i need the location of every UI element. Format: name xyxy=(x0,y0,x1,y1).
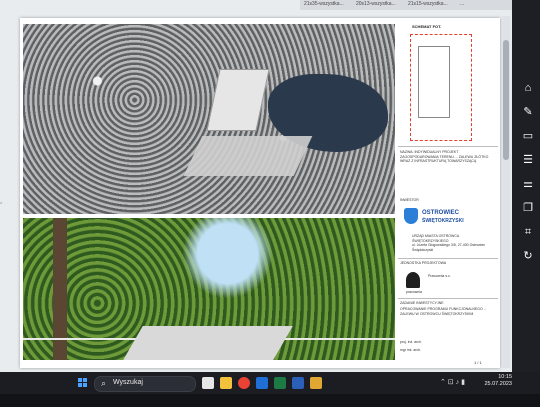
forest-deck-render-image xyxy=(23,218,395,360)
office-name: URZĄD MIASTA OSTROWCA ŚWIĘTOKRZYSKIEGO xyxy=(412,234,459,243)
browser-tab[interactable]: ... xyxy=(460,1,500,9)
monitor-bezel xyxy=(0,394,540,407)
deck-shape xyxy=(123,326,293,360)
chrome-app-icon[interactable] xyxy=(238,377,250,389)
excel-app-icon[interactable] xyxy=(274,377,286,389)
browser-tab[interactable]: 21s15-wszystka... xyxy=(408,1,456,9)
search-placeholder: Wyszukaj xyxy=(113,379,143,386)
windows-start-icon[interactable] xyxy=(78,378,88,388)
outlook-app-icon[interactable] xyxy=(256,377,268,389)
system-tray-icons[interactable]: ⌃ ⊡ ♪ ▮ xyxy=(440,378,465,386)
pdf-app-icon[interactable] xyxy=(310,377,322,389)
browser-tab[interactable]: 20s13-wszystka... xyxy=(356,1,404,9)
crop-icon[interactable]: ⌗ xyxy=(520,224,536,240)
files-app-icon[interactable] xyxy=(202,377,214,389)
city-subtitle: ŚWIĘTOKRZYSKI xyxy=(422,218,464,224)
designer-name: pracownia xyxy=(406,290,422,294)
site-scheme-plot xyxy=(418,46,450,118)
aerial-render-image xyxy=(23,24,395,214)
plaza-shape xyxy=(183,136,313,176)
building-shape xyxy=(206,69,270,131)
clock-time: 10:15 xyxy=(498,374,512,380)
pen-icon[interactable]: ✎ xyxy=(520,104,536,120)
stage-label: ZADANIE INWESTYCYJNE xyxy=(400,301,444,305)
page-number: 1 / 1 xyxy=(474,360,482,365)
plant-logo xyxy=(406,272,420,288)
scheme-title: SCHEMAT FOT. xyxy=(412,24,442,29)
author-line: mgr inż. arch. xyxy=(400,348,422,352)
right-toolbar: ⌂ ✎ ▭ ☰ ⚌ ❐ ⌗ ↻ xyxy=(516,78,540,268)
home-icon[interactable]: ⌂ xyxy=(520,80,536,96)
city-crest-logo xyxy=(404,208,418,224)
browser-tab[interactable]: 21s35-wszystka... xyxy=(304,1,352,9)
stage-description: OPRACOWANIE PROGRAMU FUNKCJONALNEGO ... … xyxy=(400,307,487,316)
taskbar-search-box[interactable]: ⌕ Wyszukaj xyxy=(94,376,196,392)
browser-tab-strip: 21s35-wszystka... 20s13-wszystka... 21s1… xyxy=(300,0,512,10)
investor-label: INWESTOR xyxy=(400,198,419,202)
screen-area: 21s35-wszystka... 20s13-wszystka... 21s1… xyxy=(0,0,512,374)
designer-label: JEDNOSTKA PROJEKTOWA xyxy=(400,261,447,265)
document-page: SCHEMAT FOT. NAZWA: INDYWIDUALNY PROJEKT… xyxy=(20,18,500,368)
clock[interactable]: 10:15 25.07.2023 xyxy=(482,374,512,388)
word-app-icon[interactable] xyxy=(292,377,304,389)
refresh-icon[interactable]: ↻ xyxy=(520,248,536,264)
sliders-icon[interactable]: ⚌ xyxy=(520,176,536,192)
divider xyxy=(398,298,498,299)
divider xyxy=(398,146,498,147)
monitor-icon[interactable]: ▭ xyxy=(520,128,536,144)
explorer-app-icon[interactable] xyxy=(220,377,232,389)
search-icon: ⌕ xyxy=(101,378,107,388)
left-margin-marker: = xyxy=(0,200,3,205)
designer-address: Pracownia s.c. xyxy=(428,274,451,278)
project-description: NAZWA: INDYWIDUALNY PROJEKT ZAGOSPODAROW… xyxy=(400,150,489,163)
windows-taskbar: ⌕ Wyszukaj ⌃ ⊡ ♪ ▮ 10:15 25.07.2023 xyxy=(0,372,540,394)
title-block-sidebar: SCHEMAT FOT. NAZWA: INDYWIDUALNY PROJEKT… xyxy=(398,22,498,366)
divider xyxy=(398,258,498,259)
copy-icon[interactable]: ❐ xyxy=(520,200,536,216)
clock-date: 25.07.2023 xyxy=(484,381,512,387)
author-line: proj. inż. arch. xyxy=(400,340,422,344)
scrollbar-thumb[interactable] xyxy=(503,40,509,160)
city-name: OSTROWIEC xyxy=(422,210,459,216)
list-icon[interactable]: ☰ xyxy=(520,152,536,168)
office-address: ul. Józefa Głogowskiego 3/5, 27-400 Ostr… xyxy=(412,243,486,252)
